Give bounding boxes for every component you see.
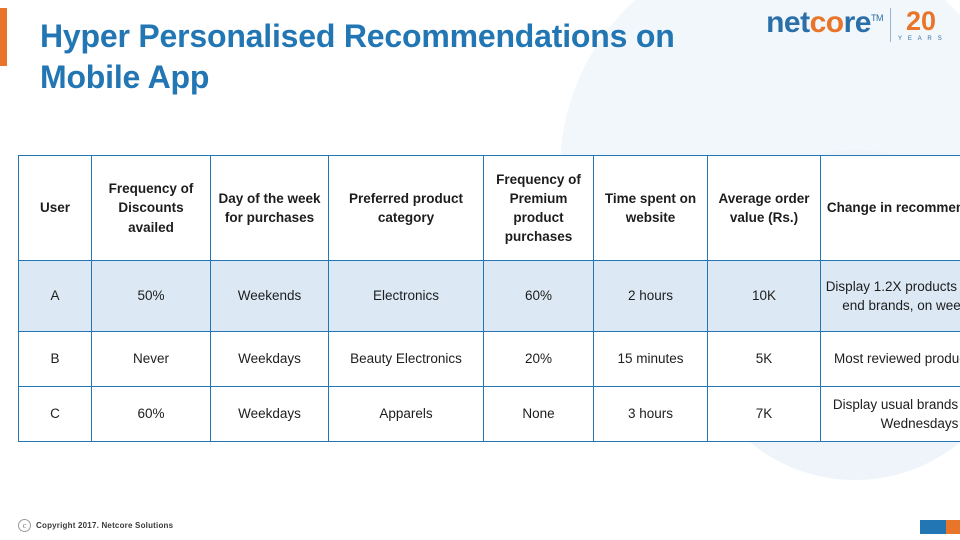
table-row: C 60% Weekdays Apparels None 3 hours 7K … <box>18 386 960 442</box>
logo-anniversary-label: Y E A R S <box>897 35 944 42</box>
recommendations-table-wrapper: User Frequency of Discounts availed Day … <box>18 155 960 442</box>
cell-avg-order-value: 5K <box>707 331 821 387</box>
cell-recommendation-change: Display 1.2X products of higher end bran… <box>820 260 960 332</box>
cell-premium-frequency: 60% <box>483 260 594 332</box>
cell-avg-order-value: 7K <box>707 386 821 442</box>
logo-word-re: re <box>843 6 872 39</box>
cell-recommendation-change: Display usual brands t-shirts, Wednesday… <box>820 386 960 442</box>
cell-user: B <box>18 331 92 387</box>
column-header-recommendation-change: Change in recommendations <box>820 155 960 261</box>
logo-anniversary-number: 20 <box>905 6 936 36</box>
table-row: A 50% Weekends Electronics 60% 2 hours 1… <box>18 260 960 332</box>
cell-discount-frequency: Never <box>91 331 211 387</box>
cell-day-of-week: Weekends <box>210 260 329 332</box>
cell-avg-order-value: 10K <box>707 260 821 332</box>
logo-divider <box>889 8 891 42</box>
logo-word-o: o <box>825 6 844 39</box>
cell-time-on-site: 2 hours <box>593 260 708 332</box>
column-header-day-of-week: Day of the week for purchases <box>210 155 329 261</box>
footer-block-orange <box>946 520 960 534</box>
column-header-discount-frequency: Frequency of Discounts availed <box>91 155 211 261</box>
logo-word-c: c <box>809 6 827 39</box>
column-header-user: User <box>18 155 92 261</box>
copyright-text: Copyright 2017. Netcore Solutions <box>36 521 174 530</box>
cell-preferred-category: Apparels <box>328 386 484 442</box>
footer-copyright: c Copyright 2017. Netcore Solutions <box>18 519 173 532</box>
cell-discount-frequency: 50% <box>91 260 211 332</box>
cell-discount-frequency: 60% <box>91 386 211 442</box>
page-title: Hyper Personalised Recommendations on Mo… <box>40 18 675 95</box>
column-header-avg-order-value: Average order value (Rs.) <box>707 155 821 261</box>
cell-time-on-site: 3 hours <box>593 386 708 442</box>
cell-recommendation-change: Most reviewed products only <box>820 331 960 387</box>
cell-premium-frequency: None <box>483 386 594 442</box>
logo-word-part1: net <box>766 6 810 39</box>
cell-preferred-category: Electronics <box>328 260 484 332</box>
cell-day-of-week: Weekdays <box>210 331 329 387</box>
cell-user: A <box>18 260 92 332</box>
cell-day-of-week: Weekdays <box>210 386 329 442</box>
netcore-logo: netcoreTM 20 Y E A R S <box>766 8 944 54</box>
footer-block-blue <box>920 520 946 534</box>
cell-premium-frequency: 20% <box>483 331 594 387</box>
logo-trademark: TM <box>870 13 884 23</box>
cell-time-on-site: 15 minutes <box>593 331 708 387</box>
table-row: B Never Weekdays Beauty Electronics 20% … <box>18 331 960 387</box>
logo-anniversary: 20 Y E A R S <box>898 8 944 42</box>
cell-user: C <box>18 386 92 442</box>
left-accent-bar <box>0 8 7 66</box>
table-header-row: User Frequency of Discounts availed Day … <box>18 155 960 261</box>
column-header-preferred-category: Preferred product category <box>328 155 484 261</box>
copyright-icon: c <box>18 519 31 532</box>
column-header-premium-frequency: Frequency of Premium product purchases <box>483 155 594 261</box>
recommendations-table: User Frequency of Discounts availed Day … <box>18 155 960 442</box>
cell-preferred-category: Beauty Electronics <box>328 331 484 387</box>
footer-accent-blocks <box>920 520 960 534</box>
logo-wordmark: netcoreTM <box>766 8 883 38</box>
column-header-time-on-site: Time spent on website <box>593 155 708 261</box>
